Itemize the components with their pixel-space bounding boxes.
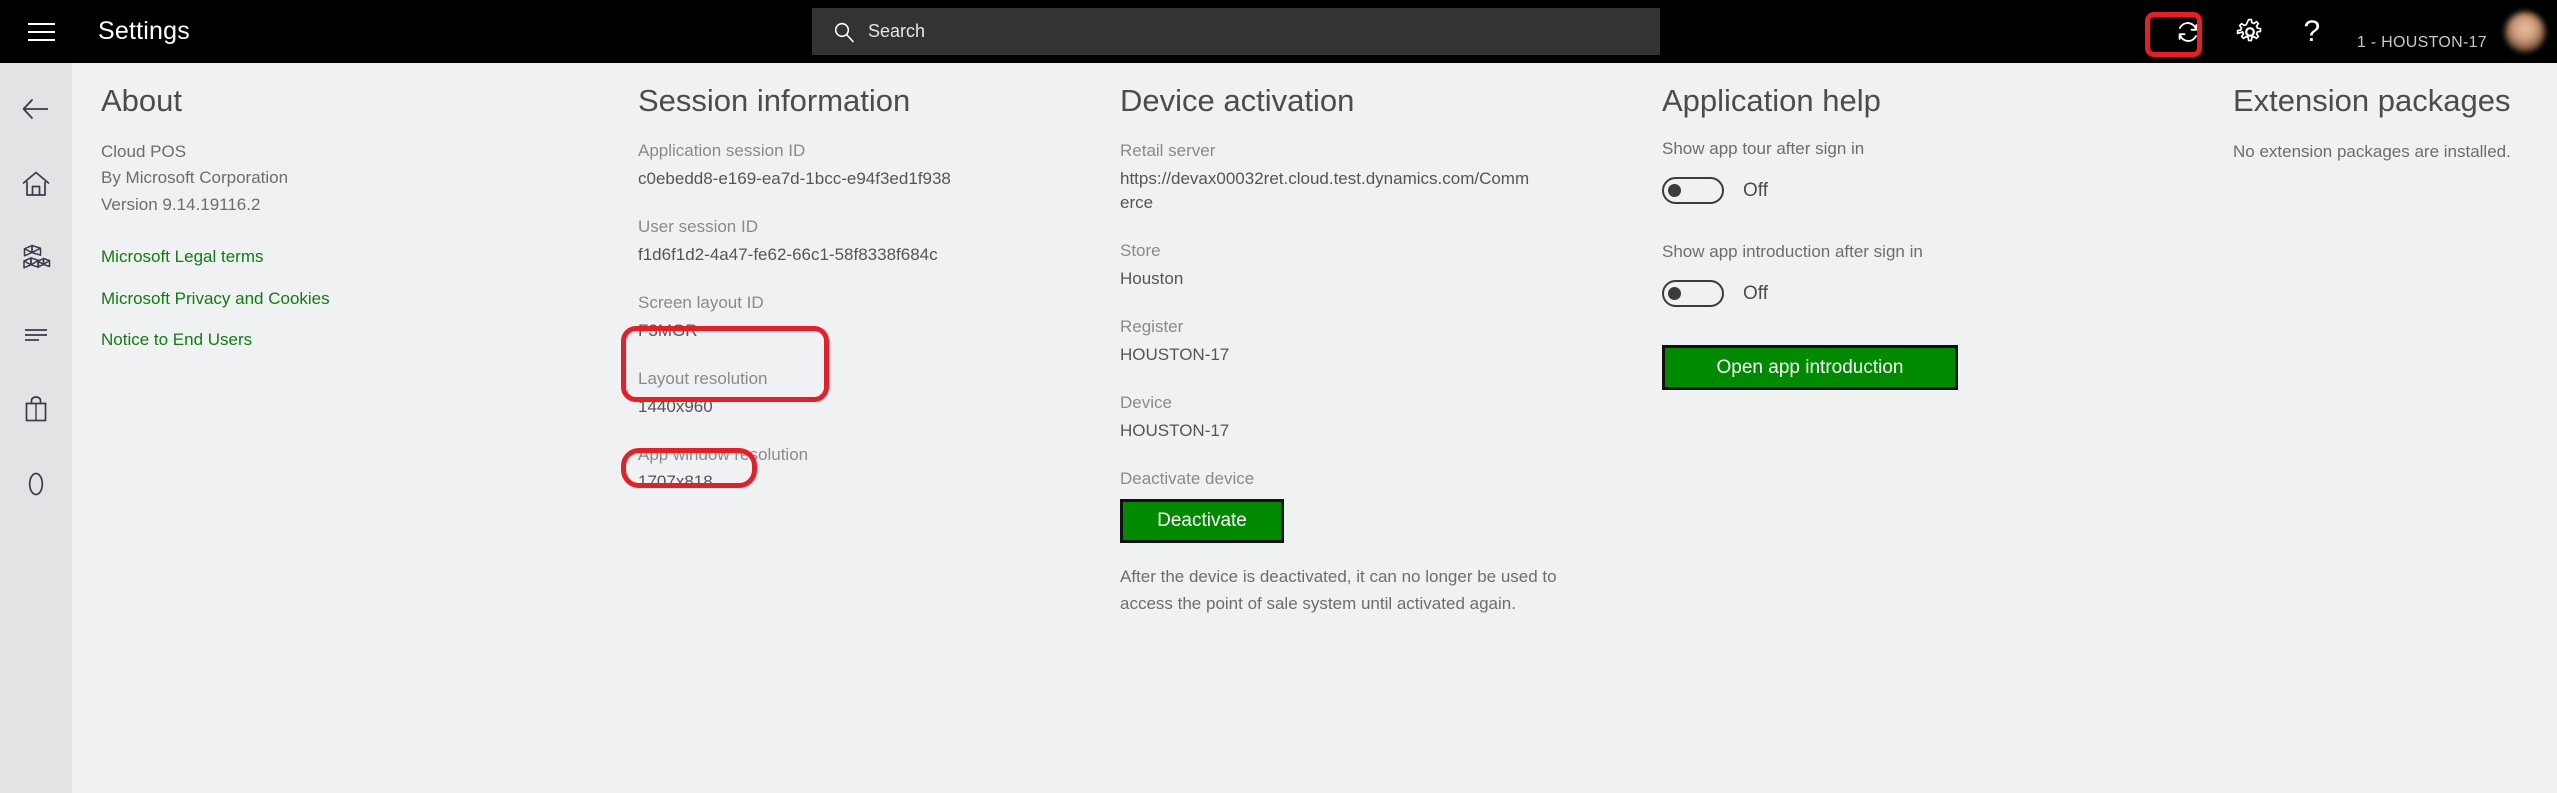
toggle-knob xyxy=(1668,287,1681,300)
toggle-state-label: Off xyxy=(1743,180,1768,202)
refresh-icon[interactable] xyxy=(2157,0,2219,63)
user-info[interactable]: 1 - HOUSTON-17 xyxy=(2357,0,2487,63)
sidebar-item-journal[interactable] xyxy=(0,296,72,371)
about-publisher: By Microsoft Corporation xyxy=(101,165,581,191)
about-product: Cloud POS xyxy=(101,139,581,165)
home-icon xyxy=(20,168,52,200)
products-icon xyxy=(19,242,53,276)
field-value: 1707x818 xyxy=(638,470,1108,494)
field-value: https://devax00032ret.cloud.test.dynamic… xyxy=(1120,167,1530,215)
user-register-label: 1 - HOUSTON-17 xyxy=(2357,34,2487,52)
extension-empty-message: No extension packages are installed. xyxy=(2233,139,2557,165)
field-user-session-id: User session ID f1d6f1d2-4a47-fe62-66c1-… xyxy=(638,215,1108,267)
help-toggle-app-introduction: Show app introduction after sign in Off xyxy=(1662,242,2132,307)
zero-icon xyxy=(20,468,52,500)
device-activation-section: Device activation Retail server https://… xyxy=(1120,63,1590,617)
toggle-caption: Show app tour after sign in xyxy=(1662,139,2132,159)
link-legal-terms[interactable]: Microsoft Legal terms xyxy=(101,244,581,270)
field-value: HOUSTON-17 xyxy=(1120,343,1590,367)
session-information-section: Session information Application session … xyxy=(638,63,1108,519)
app-header: Settings Search ? xyxy=(0,0,2557,63)
field-label: Device xyxy=(1120,391,1590,415)
search-placeholder: Search xyxy=(868,21,925,42)
field-device: Device HOUSTON-17 xyxy=(1120,391,1590,443)
field-value: F3MGR xyxy=(638,319,1108,343)
sidebar-item-cart[interactable] xyxy=(0,371,72,446)
about-section: About Cloud POS By Microsoft Corporation… xyxy=(101,63,581,369)
link-notice-end-users[interactable]: Notice to End Users xyxy=(101,327,581,353)
avatar[interactable] xyxy=(2505,12,2545,52)
settings-content: About Cloud POS By Microsoft Corporation… xyxy=(72,63,2557,793)
open-app-introduction-button[interactable]: Open app introduction xyxy=(1662,345,1958,390)
sidebar-item-home[interactable] xyxy=(0,146,72,221)
field-layout-resolution: Layout resolution 1440x960 xyxy=(638,367,1108,419)
field-label: Layout resolution xyxy=(638,367,1108,391)
sidebar-item-back[interactable] xyxy=(0,71,72,146)
app-tour-toggle[interactable] xyxy=(1662,177,1724,204)
field-value: Houston xyxy=(1120,267,1590,291)
shopping-bag-icon xyxy=(20,393,52,425)
field-label: Application session ID xyxy=(638,139,1108,163)
field-label: Retail server xyxy=(1120,139,1590,163)
field-label: App window resolution xyxy=(638,443,1108,467)
field-label: Screen layout ID xyxy=(638,291,1108,315)
field-app-window-resolution: App window resolution 1707x818 xyxy=(638,443,1108,495)
toggle-caption: Show app introduction after sign in xyxy=(1662,242,2132,262)
device-title: Device activation xyxy=(1120,83,1590,119)
hamburger-icon[interactable] xyxy=(10,0,73,63)
hamburger-line xyxy=(28,31,55,33)
field-store: Store Houston xyxy=(1120,239,1590,291)
journal-icon xyxy=(20,318,52,350)
toggle-row: Off xyxy=(1662,280,2132,307)
field-label: Register xyxy=(1120,315,1590,339)
help-question-mark: ? xyxy=(2304,17,2321,47)
field-label: Store xyxy=(1120,239,1590,263)
gear-icon[interactable] xyxy=(2219,0,2281,63)
extension-title: Extension packages xyxy=(2233,83,2557,119)
field-application-session-id: Application session ID c0ebedd8-e169-ea7… xyxy=(638,139,1108,191)
help-toggle-app-tour: Show app tour after sign in Off xyxy=(1662,139,2132,204)
sidebar-item-products[interactable] xyxy=(0,221,72,296)
header-actions: ? 1 - HOUSTON-17 xyxy=(2157,0,2557,63)
hamburger-line xyxy=(28,23,55,25)
sidebar-item-zero[interactable] xyxy=(0,446,72,521)
field-screen-layout-id: Screen layout ID F3MGR xyxy=(638,291,1108,343)
deactivate-device-label: Deactivate device xyxy=(1120,467,1590,491)
hamburger-line xyxy=(28,39,55,41)
field-register: Register HOUSTON-17 xyxy=(1120,315,1590,367)
deactivate-button[interactable]: Deactivate xyxy=(1120,499,1284,543)
field-value: f1d6f1d2-4a47-fe62-66c1-58f8338f684c xyxy=(638,243,1108,267)
left-nav-sidebar xyxy=(0,63,72,793)
help-title: Application help xyxy=(1662,83,2132,119)
field-value: c0ebedd8-e169-ea7d-1bcc-e94f3ed1f938 xyxy=(638,167,1108,191)
search-input[interactable]: Search xyxy=(812,8,1660,55)
field-retail-server: Retail server https://devax00032ret.clou… xyxy=(1120,139,1590,215)
back-arrow-icon xyxy=(19,92,53,126)
about-version: Version 9.14.19116.2 xyxy=(101,192,581,218)
page-title: Settings xyxy=(98,17,190,46)
search-icon xyxy=(833,21,855,43)
toggle-knob xyxy=(1668,184,1681,197)
field-value: 1440x960 xyxy=(638,395,1108,419)
app-introduction-toggle[interactable] xyxy=(1662,280,1724,307)
extension-packages-section: Extension packages No extension packages… xyxy=(2233,63,2557,165)
application-help-section: Application help Show app tour after sig… xyxy=(1662,63,2132,390)
user-name xyxy=(2368,11,2487,31)
link-privacy-cookies[interactable]: Microsoft Privacy and Cookies xyxy=(101,286,581,312)
about-title: About xyxy=(101,83,581,119)
deactivate-note: After the device is deactivated, it can … xyxy=(1120,563,1582,617)
toggle-row: Off xyxy=(1662,177,2132,204)
session-title: Session information xyxy=(638,83,1108,119)
help-icon[interactable]: ? xyxy=(2281,0,2343,63)
field-value: HOUSTON-17 xyxy=(1120,419,1590,443)
field-label: User session ID xyxy=(638,215,1108,239)
toggle-state-label: Off xyxy=(1743,283,1768,305)
